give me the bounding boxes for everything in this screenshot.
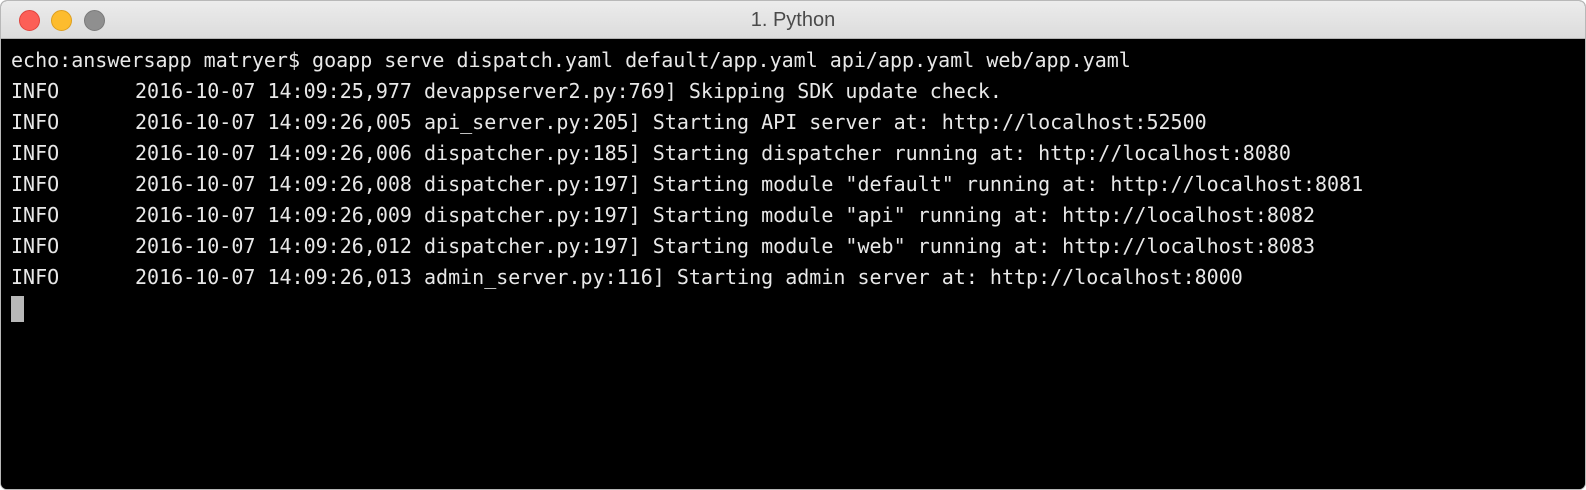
log-level: INFO (11, 203, 60, 227)
log-message: 2016-10-07 14:09:26,008 dispatcher.py:19… (135, 172, 1364, 196)
terminal-window: 1. Python echo:answersapp matryer$ goapp… (1, 1, 1585, 489)
log-level: INFO (11, 141, 60, 165)
log-level: INFO (11, 265, 60, 289)
prompt-line (11, 293, 1585, 324)
log-line: INFO 2016-10-07 14:09:26,012 dispatcher.p… (11, 231, 1585, 262)
log-line: INFO 2016-10-07 14:09:26,009 dispatcher.p… (11, 200, 1585, 231)
text-cursor (11, 296, 24, 322)
log-level: INFO (11, 110, 60, 134)
log-line: INFO 2016-10-07 14:09:25,977 devappserver… (11, 76, 1585, 107)
log-message: 2016-10-07 14:09:25,977 devappserver2.py… (135, 79, 1002, 103)
log-message: 2016-10-07 14:09:26,009 dispatcher.py:19… (135, 203, 1316, 227)
log-level: INFO (11, 234, 60, 258)
command-line: echo:answersapp matryer$ goapp serve dis… (11, 48, 1131, 72)
log-message: 2016-10-07 14:09:26,005 api_server.py:20… (135, 110, 1207, 134)
log-line: INFO 2016-10-07 14:09:26,008 dispatcher.p… (11, 169, 1585, 200)
log-level: INFO (11, 172, 60, 196)
log-level: INFO (11, 79, 60, 103)
log-message: 2016-10-07 14:09:26,012 dispatcher.py:19… (135, 234, 1316, 258)
title-bar[interactable]: 1. Python (1, 1, 1585, 39)
log-line: INFO 2016-10-07 14:09:26,005 api_server.p… (11, 107, 1585, 138)
log-line: INFO 2016-10-07 14:09:26,006 dispatcher.p… (11, 138, 1585, 169)
log-message: 2016-10-07 14:09:26,013 admin_server.py:… (135, 265, 1243, 289)
terminal-output[interactable]: echo:answersapp matryer$ goapp serve dis… (1, 39, 1585, 489)
log-line: INFO 2016-10-07 14:09:26,013 admin_server… (11, 262, 1585, 293)
log-message: 2016-10-07 14:09:26,006 dispatcher.py:18… (135, 141, 1291, 165)
window-title: 1. Python (750, 9, 836, 31)
